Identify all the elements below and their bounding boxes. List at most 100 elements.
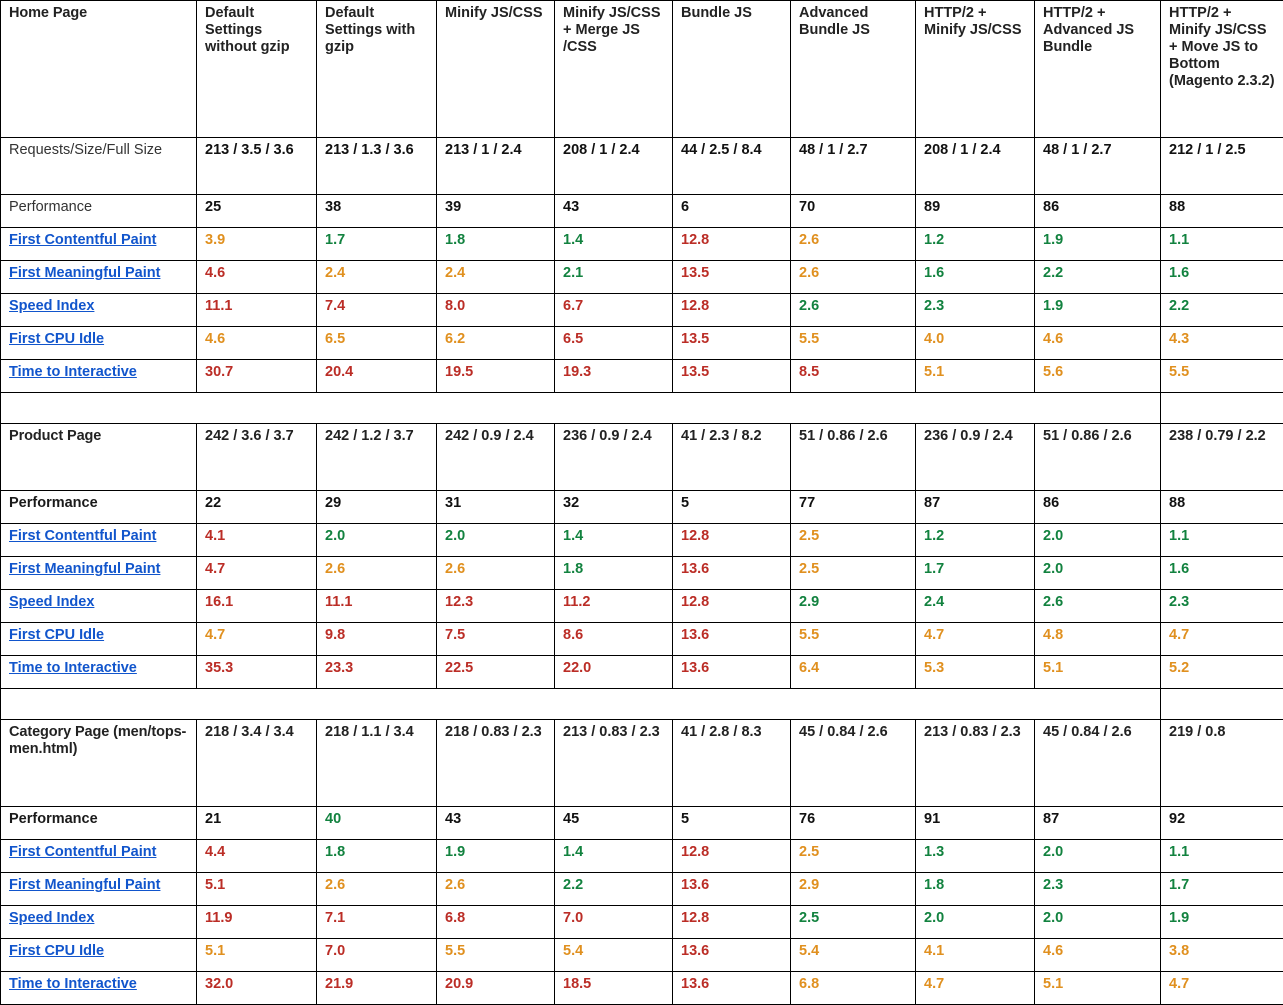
metric-row-tti: Time to Interactive35.323.322.522.013.66…: [1, 656, 1283, 689]
metric-link-fcp[interactable]: First Contentful Paint: [9, 844, 156, 860]
metric-link-cell-fci[interactable]: First CPU Idle: [1, 623, 197, 656]
cell-si-7: 2.4: [916, 590, 1035, 623]
cell-fcp-6: 2.5: [791, 840, 916, 873]
cell-fmp-7: 1.6: [916, 261, 1035, 294]
cell-fmp-6: 2.9: [791, 873, 916, 906]
cell-requests-3: 218 / 0.83 / 2.3: [437, 720, 555, 807]
cell-fmp-6: 2.5: [791, 557, 916, 590]
spacer-cell: [1, 393, 1161, 424]
metric-link-cell-si[interactable]: Speed Index: [1, 590, 197, 623]
cell-requests-2: 218 / 1.1 / 3.4: [317, 720, 437, 807]
metric-label-performance: Performance: [1, 195, 197, 228]
cell-tti-6: 6.4: [791, 656, 916, 689]
spacer-cell: [1, 689, 1161, 720]
metric-link-cell-fcp[interactable]: First Contentful Paint: [1, 228, 197, 261]
metric-link-cell-fci[interactable]: First CPU Idle: [1, 327, 197, 360]
cell-fci-8: 4.6: [1035, 939, 1161, 972]
metric-label-requests: Requests/Size/Full Size: [1, 138, 197, 195]
cell-fci-9: 4.7: [1161, 623, 1283, 656]
cell-performance-5: 6: [673, 195, 791, 228]
cell-requests-8: 45 / 0.84 / 2.6: [1035, 720, 1161, 807]
cell-requests-8: 48 / 1 / 2.7: [1035, 138, 1161, 195]
metric-link-fci[interactable]: First CPU Idle: [9, 943, 104, 959]
metric-link-cell-fci[interactable]: First CPU Idle: [1, 939, 197, 972]
cell-performance-2: 38: [317, 195, 437, 228]
cell-si-6: 2.9: [791, 590, 916, 623]
cell-tti-9: 5.5: [1161, 360, 1283, 393]
cell-fmp-9: 1.7: [1161, 873, 1283, 906]
metric-row-fci: First CPU Idle5.17.05.55.413.65.44.14.63…: [1, 939, 1283, 972]
cell-si-6: 2.5: [791, 906, 916, 939]
metric-link-si[interactable]: Speed Index: [9, 594, 94, 610]
metric-link-tti[interactable]: Time to Interactive: [9, 660, 137, 676]
cell-si-8: 2.6: [1035, 590, 1161, 623]
cell-performance-1: 25: [197, 195, 317, 228]
metric-link-cell-fcp[interactable]: First Contentful Paint: [1, 524, 197, 557]
metric-link-fci[interactable]: First CPU Idle: [9, 331, 104, 347]
metric-link-cell-fmp[interactable]: First Meaningful Paint: [1, 873, 197, 906]
metric-link-fmp[interactable]: First Meaningful Paint: [9, 265, 160, 281]
metric-link-si[interactable]: Speed Index: [9, 298, 94, 314]
metric-link-cell-fcp[interactable]: First Contentful Paint: [1, 840, 197, 873]
column-header-1: Default Settings without gzip: [197, 1, 317, 138]
metric-row-tti: Time to Interactive30.720.419.519.313.58…: [1, 360, 1283, 393]
cell-performance-8: 86: [1035, 195, 1161, 228]
cell-si-8: 2.0: [1035, 906, 1161, 939]
cell-performance-7: 87: [916, 491, 1035, 524]
cell-requests-5: 44 / 2.5 / 8.4: [673, 138, 791, 195]
cell-fmp-5: 13.6: [673, 873, 791, 906]
cell-fmp-7: 1.7: [916, 557, 1035, 590]
cell-fci-6: 5.5: [791, 623, 916, 656]
metric-link-cell-fmp[interactable]: First Meaningful Paint: [1, 557, 197, 590]
metric-row-fcp: First Contentful Paint3.91.71.81.412.82.…: [1, 228, 1283, 261]
metric-link-fcp[interactable]: First Contentful Paint: [9, 528, 156, 544]
cell-performance-4: 43: [555, 195, 673, 228]
cell-fmp-2: 2.6: [317, 557, 437, 590]
metric-link-cell-tti[interactable]: Time to Interactive: [1, 360, 197, 393]
metric-link-tti[interactable]: Time to Interactive: [9, 976, 137, 992]
metric-link-fcp[interactable]: First Contentful Paint: [9, 232, 156, 248]
cell-requests-2: 213 / 1.3 / 3.6: [317, 138, 437, 195]
cell-requests-5: 41 / 2.3 / 8.2: [673, 424, 791, 491]
cell-tti-5: 13.5: [673, 360, 791, 393]
metric-link-fmp[interactable]: First Meaningful Paint: [9, 877, 160, 893]
cell-fci-1: 5.1: [197, 939, 317, 972]
metric-link-cell-si[interactable]: Speed Index: [1, 906, 197, 939]
cell-fci-7: 4.0: [916, 327, 1035, 360]
metric-row-fmp: First Meaningful Paint4.62.42.42.113.52.…: [1, 261, 1283, 294]
cell-fcp-2: 1.7: [317, 228, 437, 261]
cell-performance-7: 89: [916, 195, 1035, 228]
cell-fcp-2: 2.0: [317, 524, 437, 557]
section-header-row: Category Page (men/tops-men.html)218 / 3…: [1, 720, 1283, 807]
metric-link-si[interactable]: Speed Index: [9, 910, 94, 926]
cell-tti-3: 20.9: [437, 972, 555, 1005]
cell-performance-8: 87: [1035, 807, 1161, 840]
cell-fci-3: 5.5: [437, 939, 555, 972]
cell-requests-2: 242 / 1.2 / 3.7: [317, 424, 437, 491]
metric-link-cell-tti[interactable]: Time to Interactive: [1, 972, 197, 1005]
cell-tti-3: 19.5: [437, 360, 555, 393]
cell-performance-9: 88: [1161, 491, 1283, 524]
cell-fcp-4: 1.4: [555, 524, 673, 557]
metric-link-tti[interactable]: Time to Interactive: [9, 364, 137, 380]
cell-tti-4: 18.5: [555, 972, 673, 1005]
cell-tti-1: 32.0: [197, 972, 317, 1005]
cell-tti-7: 5.3: [916, 656, 1035, 689]
cell-si-3: 12.3: [437, 590, 555, 623]
cell-tti-9: 5.2: [1161, 656, 1283, 689]
cell-requests-9: 212 / 1 / 2.5: [1161, 138, 1283, 195]
metric-link-fmp[interactable]: First Meaningful Paint: [9, 561, 160, 577]
metric-link-cell-si[interactable]: Speed Index: [1, 294, 197, 327]
metric-link-fci[interactable]: First CPU Idle: [9, 627, 104, 643]
cell-si-2: 7.4: [317, 294, 437, 327]
metric-link-cell-fmp[interactable]: First Meaningful Paint: [1, 261, 197, 294]
requests-size-row: Requests/Size/Full Size213 / 3.5 / 3.621…: [1, 138, 1283, 195]
cell-fci-4: 8.6: [555, 623, 673, 656]
cell-requests-4: 208 / 1 / 2.4: [555, 138, 673, 195]
metric-link-cell-tti[interactable]: Time to Interactive: [1, 656, 197, 689]
cell-si-1: 11.9: [197, 906, 317, 939]
cell-tti-2: 20.4: [317, 360, 437, 393]
metric-row-si: Speed Index16.111.112.311.212.82.92.42.6…: [1, 590, 1283, 623]
cell-requests-4: 236 / 0.9 / 2.4: [555, 424, 673, 491]
section-header-row: Product Page242 / 3.6 / 3.7242 / 1.2 / 3…: [1, 424, 1283, 491]
